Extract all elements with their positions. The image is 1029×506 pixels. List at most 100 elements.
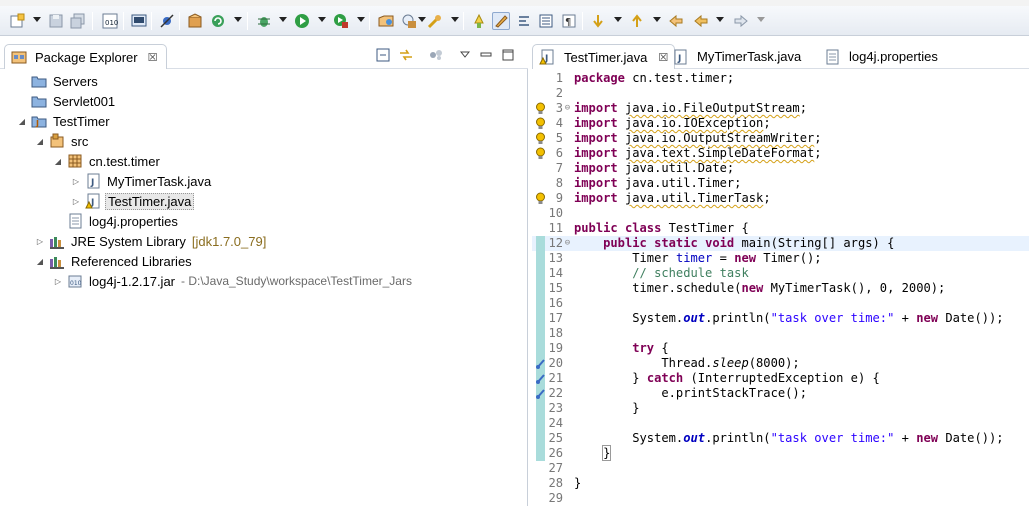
collapsed-chevron-icon[interactable]: ▷: [34, 237, 46, 246]
code-line[interactable]: 13 Timer timer = new Timer();: [532, 251, 1029, 266]
code-line[interactable]: 29: [532, 491, 1029, 506]
collapsed-chevron-icon[interactable]: ▷: [70, 197, 82, 206]
console-icon[interactable]: [130, 12, 148, 30]
warning-bulb-icon[interactable]: [535, 191, 546, 206]
fold-toggle-icon[interactable]: ⊖: [563, 101, 572, 116]
new-java-package-icon[interactable]: [186, 12, 204, 30]
back-dropdown-chevron-icon[interactable]: [716, 17, 724, 22]
code-line[interactable]: 25 System.out.println("task over time:" …: [532, 431, 1029, 446]
new-dropdown-chevron-icon[interactable]: [33, 17, 41, 22]
minimize-icon[interactable]: [478, 47, 494, 63]
forward-icon[interactable]: [732, 12, 750, 30]
link-with-editor-icon[interactable]: [398, 47, 414, 63]
next-annotation-icon[interactable]: [589, 12, 607, 30]
code-line[interactable]: 4 import java.io.IOException;: [532, 116, 1029, 131]
code-line[interactable]: 12 ⊖ public static void main(String[] arg…: [532, 236, 1029, 251]
toggle-mark-occurrences-icon[interactable]: [470, 12, 488, 30]
binary-icon[interactable]: 010: [101, 12, 119, 30]
code-line[interactable]: 20 Thread.sleep(8000);: [532, 356, 1029, 371]
code-line[interactable]: 2: [532, 86, 1029, 101]
code-line[interactable]: 10: [532, 206, 1029, 221]
run-external-icon[interactable]: [332, 12, 350, 30]
code-line[interactable]: 22 e.printStackTrace();: [532, 386, 1029, 401]
warning-bulb-icon[interactable]: [535, 116, 546, 131]
paragraph-icon[interactable]: ¶: [560, 12, 578, 30]
view-menu-chevron-icon[interactable]: [457, 47, 473, 63]
code-line[interactable]: 1 package cn.test.timer;: [532, 71, 1029, 86]
task-marker-icon[interactable]: [535, 371, 546, 386]
search-dropdown-chevron-icon[interactable]: [451, 17, 459, 22]
code-area[interactable]: 1 package cn.test.timer; 2 3 ⊖ import java.io…: [532, 71, 1029, 506]
task-marker-icon[interactable]: [535, 386, 546, 401]
code-line[interactable]: 21 } catch (InterruptedException e) {: [532, 371, 1029, 386]
code-line[interactable]: 14 // schedule task: [532, 266, 1029, 281]
tree-item-src[interactable]: ◢ src: [34, 131, 90, 151]
code-line[interactable]: 24: [532, 416, 1029, 431]
refresh-icon[interactable]: [209, 12, 227, 30]
warning-bulb-icon[interactable]: [535, 101, 546, 116]
debug-icon[interactable]: [255, 12, 273, 30]
code-line[interactable]: 27: [532, 461, 1029, 476]
tree-item-jre-system-library[interactable]: ▷ JRE System Library [jdk1.7.0_79]: [34, 231, 266, 251]
forward-dropdown-chevron-icon[interactable]: [757, 17, 765, 22]
skip-breakpoints-icon[interactable]: [158, 12, 176, 30]
tree-item-cn-test-timer[interactable]: ◢ cn.test.timer: [52, 151, 162, 171]
code-line[interactable]: 9 import java.util.TimerTask;: [532, 191, 1029, 206]
search-icon[interactable]: [426, 12, 444, 30]
tree-item-servlet001[interactable]: Servlet001: [16, 91, 117, 111]
code-line[interactable]: 18: [532, 326, 1029, 341]
open-type-dropdown-chevron-icon[interactable]: [418, 17, 426, 22]
close-icon[interactable]: ☒: [148, 51, 158, 64]
save-icon[interactable]: [47, 12, 65, 30]
tab-log4j-properties[interactable]: log4j.properties: [818, 44, 944, 69]
tab-mytimertask-java[interactable]: J MyTimerTask.java: [666, 44, 807, 69]
expanded-chevron-icon[interactable]: ◢: [34, 137, 46, 146]
code-line[interactable]: 3 ⊖ import java.io.FileOutputStream;: [532, 101, 1029, 116]
expanded-chevron-icon[interactable]: ◢: [16, 117, 28, 126]
collapsed-chevron-icon[interactable]: ▷: [70, 177, 82, 186]
run-external-dropdown-chevron-icon[interactable]: [357, 17, 365, 22]
tree-item-log4j-properties[interactable]: log4j.properties: [52, 211, 180, 231]
code-line[interactable]: 28}: [532, 476, 1029, 491]
previous-annotation-dropdown-chevron-icon[interactable]: [653, 17, 661, 22]
code-line[interactable]: 11 public class TestTimer {: [532, 221, 1029, 236]
code-line[interactable]: 6 import java.text.SimpleDateFormat;: [532, 146, 1029, 161]
toggle-highlight-icon[interactable]: [492, 12, 510, 30]
code-line[interactable]: 16: [532, 296, 1029, 311]
collapse-all-icon[interactable]: [375, 47, 391, 63]
tab-package-explorer[interactable]: Package Explorer ☒: [4, 44, 167, 69]
show-whitespace-icon[interactable]: [515, 12, 533, 30]
tree-item-servers[interactable]: Servers: [16, 71, 100, 91]
open-type-icon[interactable]: [400, 12, 418, 30]
expanded-chevron-icon[interactable]: ◢: [34, 257, 46, 266]
code-line[interactable]: 7 import java.util.Date;: [532, 161, 1029, 176]
code-line[interactable]: 5 import java.io.OutputStreamWriter;: [532, 131, 1029, 146]
run-dropdown-chevron-icon[interactable]: [318, 17, 326, 22]
tree-item-testtimer-java[interactable]: ▷ J TestTimer.java: [70, 191, 195, 211]
refresh-dropdown-chevron-icon[interactable]: [234, 17, 242, 22]
tab-testtimer-java[interactable]: J TestTimer.java ☒: [532, 44, 676, 69]
next-annotation-dropdown-chevron-icon[interactable]: [614, 17, 622, 22]
debug-dropdown-chevron-icon[interactable]: [279, 17, 287, 22]
focus-on-active-task-icon[interactable]: [428, 47, 444, 63]
back-icon[interactable]: [692, 12, 710, 30]
fold-toggle-icon[interactable]: ⊖: [563, 236, 572, 251]
collapsed-chevron-icon[interactable]: ▷: [52, 277, 64, 286]
save-all-icon[interactable]: [69, 12, 87, 30]
last-edit-location-icon[interactable]: [667, 12, 685, 30]
tree-item-testtimer[interactable]: ◢ J TestTimer: [16, 111, 112, 131]
warning-bulb-icon[interactable]: [535, 146, 546, 161]
code-line[interactable]: 17 System.out.println("task over time:" …: [532, 311, 1029, 326]
expanded-chevron-icon[interactable]: ◢: [52, 157, 64, 166]
code-line[interactable]: 8 import java.util.Timer;: [532, 176, 1029, 191]
code-line[interactable]: 19 try {: [532, 341, 1029, 356]
new-wizard-icon[interactable]: [8, 12, 26, 30]
run-icon[interactable]: [293, 12, 311, 30]
code-line[interactable]: 15 timer.schedule(new MyTimerTask(), 0, …: [532, 281, 1029, 296]
task-marker-icon[interactable]: [535, 356, 546, 371]
block-selection-icon[interactable]: [537, 12, 555, 30]
code-line[interactable]: 23 }: [532, 401, 1029, 416]
tree-item-referenced-libraries[interactable]: ◢ Referenced Libraries: [34, 251, 194, 271]
previous-annotation-icon[interactable]: [628, 12, 646, 30]
tree-item-log4j-jar[interactable]: ▷ 010 log4j-1.2.17.jar - D:\Java_Study\w…: [52, 271, 412, 291]
